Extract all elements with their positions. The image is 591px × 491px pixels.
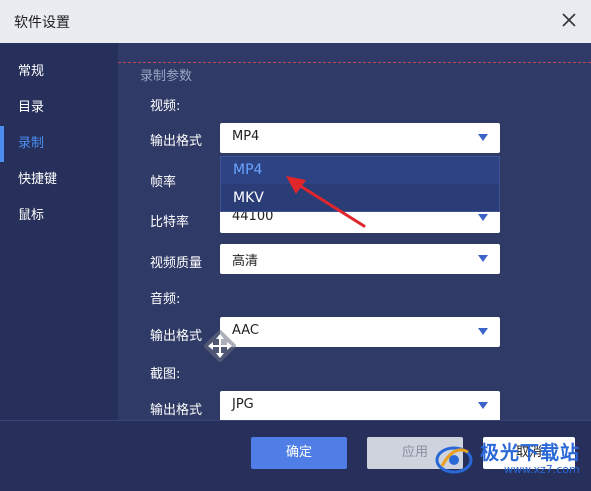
audio-output-format-select[interactable]: AAC [220,317,500,347]
video-output-format-select[interactable]: MP4 [220,123,500,153]
move-cursor-icon [204,330,236,362]
watermark: 极光下载站 www.xz7.com [432,436,584,480]
sidebar-item-label: 目录 [18,100,45,115]
close-icon[interactable] [559,10,579,30]
chevron-down-icon [478,255,488,262]
sidebar-item-directory[interactable]: 目录 [0,90,118,126]
sidebar-item-label: 录制 [18,136,45,151]
watermark-logo-icon [435,446,473,474]
sidebar-item-label: 常规 [18,64,45,79]
video-output-format-label: 输出格式 [150,134,203,149]
select-value: AAC [232,323,259,338]
chevron-down-icon [478,214,488,221]
select-value: 高清 [232,254,259,269]
chevron-down-icon [478,328,488,335]
bitrate-label: 比特率 [150,215,190,230]
audio-output-format-label: 输出格式 [150,329,203,344]
divider [118,62,591,63]
annotation-arrow-icon [286,176,366,228]
video-quality-select[interactable]: 高清 [220,244,500,274]
section-title: 录制参数 [140,69,193,84]
confirm-button[interactable]: 确定 [251,437,347,469]
chevron-down-icon [478,134,488,141]
sidebar-item-recording[interactable]: 录制 [0,126,118,162]
window-title: 软件设置 [14,15,70,31]
video-quality-label: 视频质量 [150,256,203,271]
watermark-text: 极光下载站 [480,442,581,464]
screenshot-output-format-select[interactable]: JPG [220,391,500,420]
sidebar-item-hotkeys[interactable]: 快捷键 [0,162,118,198]
title-bar: 软件设置 [0,0,591,43]
settings-sidebar: 常规 目录 录制 快捷键 鼠标 [0,43,118,420]
select-value: MP4 [232,129,260,144]
audio-group-label: 音频: [150,292,181,307]
sidebar-item-mouse[interactable]: 鼠标 [0,198,118,234]
select-value: JPG [232,397,254,412]
chevron-down-icon [478,402,488,409]
sidebar-item-label: 快捷键 [18,172,58,187]
video-group-label: 视频: [150,99,181,114]
watermark-url: www.xz7.com [504,463,580,476]
screenshot-output-format-label: 输出格式 [150,403,203,418]
sidebar-item-label: 鼠标 [18,208,45,223]
frame-rate-label: 帧率 [150,175,177,190]
screenshot-group-label: 截图: [150,367,181,382]
sidebar-item-general[interactable]: 常规 [0,54,118,90]
